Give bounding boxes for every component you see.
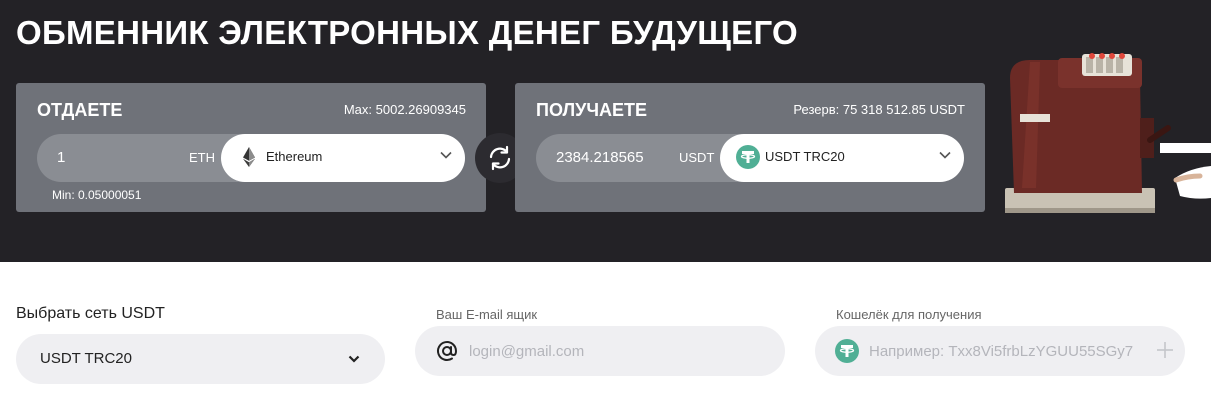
email-field-wrap [415,326,785,376]
wallet-field-wrap [815,326,1185,376]
get-currency-name: USDT TRC20 [765,149,845,164]
network-select[interactable]: USDT TRC20 [16,334,385,384]
wallet-input[interactable] [869,326,1169,376]
network-value: USDT TRC20 [40,350,132,367]
give-panel: ОТДАЕТЕ Max: 5002.26909345 1 ETH Ethereu… [16,83,486,212]
chevron-down-icon[interactable] [439,148,453,162]
page-title: ОБМЕННИК ЭЛЕКТРОННЫХ ДЕНЕГ БУДУЩЕГО [16,14,798,51]
give-amount-value[interactable]: 1 [57,149,65,166]
give-min-label[interactable]: Min: 0.05000051 [52,188,141,202]
get-currency-select[interactable]: USDT TRC20 [720,134,964,182]
get-panel: ПОЛУЧАЕТЕ Резерв: 75 318 512.85 USDT 238… [515,83,985,212]
chevron-down-icon[interactable] [938,148,952,162]
hero-section: ОБМЕННИК ЭЛЕКТРОННЫХ ДЕНЕГ БУДУЩЕГО ОТДА… [0,0,1211,262]
give-currency-name: Ethereum [266,149,323,164]
network-label: Выбрать сеть USDT [16,305,165,322]
give-amount-field[interactable]: 1 ETH Ethereum [37,134,465,182]
swap-arrows-icon [489,145,511,171]
get-unit-label: USDT [679,150,715,165]
chevron-down-icon[interactable] [347,352,361,366]
tether-icon [835,339,859,363]
plus-icon[interactable] [1155,340,1175,360]
get-amount-value[interactable]: 2384.218565 [556,149,644,166]
email-label: Ваш E-mail ящик [436,307,538,322]
give-title: ОТДАЕТЕ [37,100,123,120]
give-unit-label: ETH [189,150,215,165]
wallet-label: Кошелёк для получения [836,307,982,322]
email-input[interactable] [469,326,749,376]
get-reserve-label: Резерв: 75 318 512.85 USDT [793,102,965,117]
give-max-label[interactable]: Max: 5002.26909345 [344,102,466,117]
at-sign-icon [435,339,459,363]
give-currency-select[interactable]: Ethereum [221,134,465,182]
exchange-machine-illustration [1000,48,1211,216]
tether-icon [736,145,760,169]
get-amount-field[interactable]: 2384.218565 USDT USDT TRC20 [536,134,964,182]
ethereum-icon [237,145,261,169]
get-title: ПОЛУЧАЕТЕ [536,100,647,120]
